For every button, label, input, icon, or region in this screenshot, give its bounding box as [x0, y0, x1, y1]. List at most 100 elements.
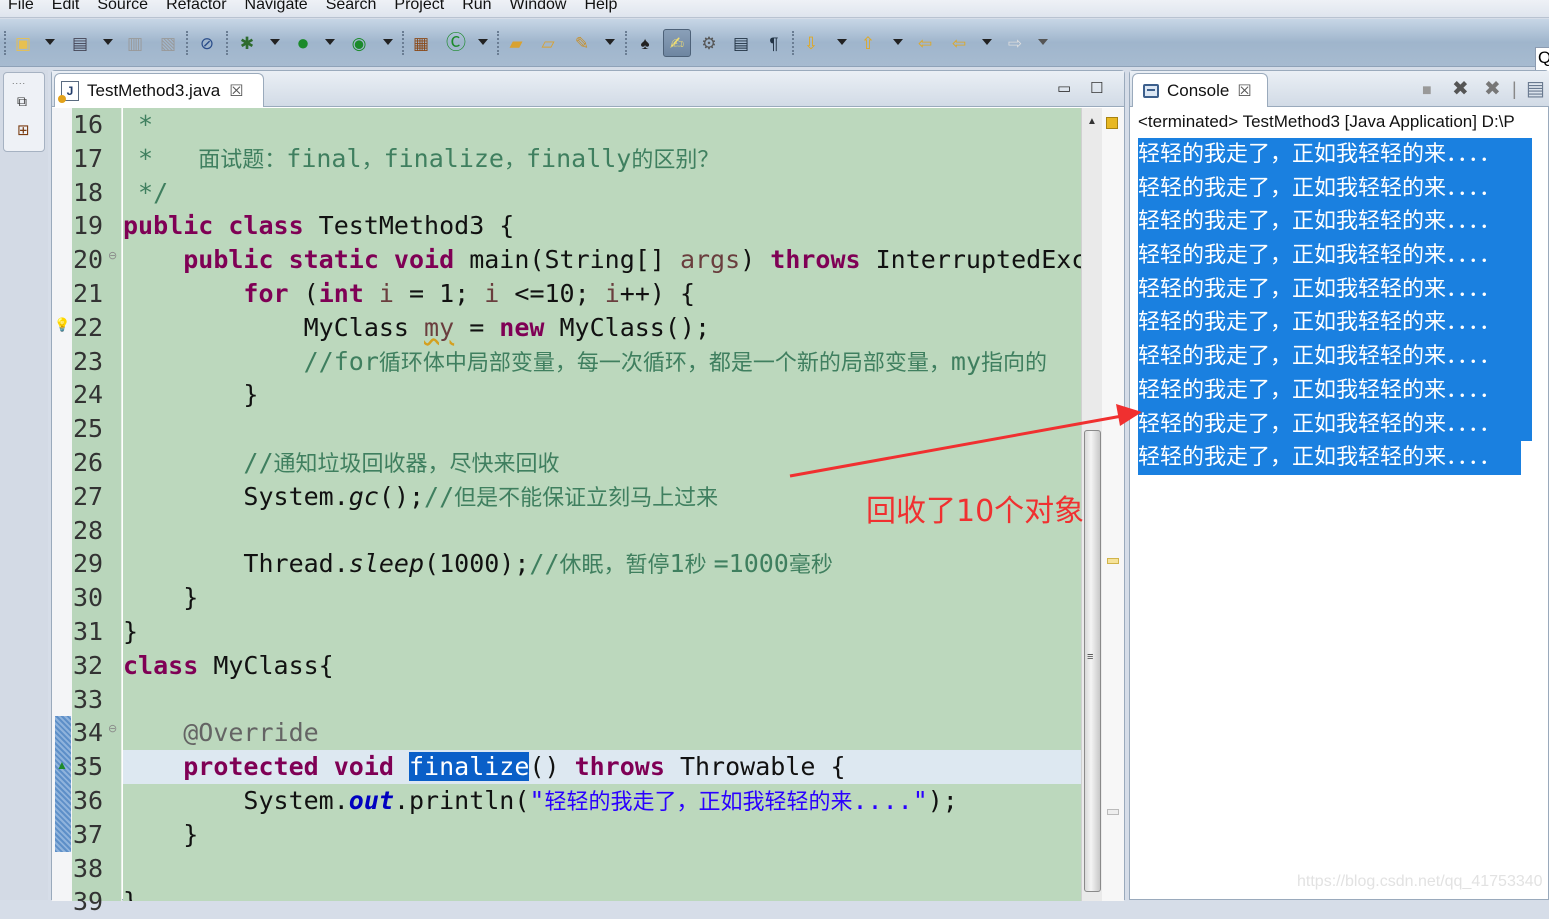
warning-summary-icon[interactable]	[1106, 117, 1118, 129]
forward-icon[interactable]: ⇨	[1004, 32, 1026, 54]
warning-marker[interactable]	[1107, 558, 1119, 564]
menu-run[interactable]: Run	[453, 0, 500, 13]
menu-help[interactable]: Help	[575, 0, 626, 13]
code-line[interactable]: }	[123, 615, 138, 649]
new-class-icon[interactable]: Ⓒ	[445, 32, 467, 54]
console-output-line[interactable]: 轻轻的我走了，正如我轻轻的来．．．．	[1138, 171, 1532, 206]
code-line[interactable]: System.out.println("轻轻的我走了，正如我轻轻的来....")…	[123, 784, 957, 818]
left-trim	[0, 70, 48, 900]
code-line[interactable]: }	[123, 818, 198, 852]
menu-window[interactable]: Window	[501, 0, 576, 13]
close-icon[interactable]: ☒	[1237, 81, 1251, 101]
console-output-line[interactable]: 轻轻的我走了，正如我轻轻的来．．．．	[1138, 407, 1532, 442]
menu-navigate[interactable]: Navigate	[236, 0, 317, 13]
code-line[interactable]: }	[123, 378, 258, 412]
editor-tab-testmethod3[interactable]: J TestMethod3.java ☒	[54, 73, 264, 107]
console-output-line[interactable]: 轻轻的我走了，正如我轻轻的来．．．．	[1138, 272, 1532, 307]
code-line[interactable]: protected void finalize() throws Throwab…	[123, 750, 846, 784]
run-dropdown[interactable]	[325, 39, 335, 45]
skip-breakpoints-icon[interactable]: ⊘	[196, 32, 218, 54]
new-type-dropdown[interactable]	[103, 39, 113, 45]
external-tools-icon[interactable]: ◉	[348, 32, 370, 54]
last-edit-icon[interactable]: ⇦	[914, 32, 936, 54]
prev-annotation-dropdown[interactable]	[893, 39, 903, 45]
highlight-icon[interactable]: ✍	[663, 29, 691, 57]
code-line[interactable]: *	[123, 108, 153, 142]
block-selection-icon[interactable]: ▤	[730, 32, 752, 54]
search-icon[interactable]: ✎	[571, 32, 593, 54]
console-output-line[interactable]: 轻轻的我走了，正如我轻轻的来．．．．	[1138, 373, 1532, 408]
new-icon[interactable]: ▣	[12, 32, 34, 54]
search-dropdown[interactable]	[605, 39, 615, 45]
code-line[interactable]: }	[123, 885, 138, 901]
menu-search[interactable]: Search	[317, 0, 386, 13]
menu-file[interactable]: File	[0, 0, 43, 13]
scrollbar-thumb[interactable]: ≡	[1084, 430, 1101, 892]
new-type-icon[interactable]: ▤	[69, 32, 91, 54]
occurrence-marker[interactable]	[1107, 809, 1119, 815]
maximize-icon[interactable]: ☐	[1090, 79, 1103, 97]
clear-console-icon[interactable]: ▤	[1526, 79, 1545, 99]
console-output-line[interactable]: 轻轻的我走了，正如我轻轻的来．．．．	[1138, 205, 1532, 240]
console-output-line[interactable]: 轻轻的我走了，正如我轻轻的来．．．．	[1138, 340, 1532, 374]
open-type-icon[interactable]: ▰	[505, 32, 527, 54]
next-annotation-dropdown[interactable]	[837, 39, 847, 45]
back-dropdown[interactable]	[982, 39, 992, 45]
new-dropdown[interactable]	[45, 39, 55, 45]
code-line[interactable]: for (int i = 1; i <=10; i++) {	[123, 277, 695, 311]
console-output[interactable]: 轻轻的我走了，正如我轻轻的来．．．． 轻轻的我走了，正如我轻轻的来．．．． 轻轻的我…	[1138, 138, 1532, 475]
override-indicator-icon[interactable]: ▲	[56, 758, 68, 772]
back-icon[interactable]: ⇦	[948, 32, 970, 54]
code-line[interactable]: * 面试题：final，finalize，finally的区别？	[123, 142, 719, 176]
fold-collapse-icon[interactable]: ⊖	[108, 722, 117, 735]
menu-refactor[interactable]: Refactor	[157, 0, 235, 13]
package-explorer-icon[interactable]: ⊞	[17, 121, 30, 139]
minimize-icon[interactable]: ▭	[1057, 79, 1071, 97]
run-icon[interactable]: ●	[292, 32, 314, 54]
new-class-dropdown[interactable]	[478, 39, 488, 45]
code-line[interactable]: //通知垃圾回收器，尽快来回收	[123, 446, 559, 480]
new-package-icon[interactable]: ▦	[410, 32, 432, 54]
remove-launch-icon[interactable]: ✖	[1452, 79, 1469, 99]
close-icon[interactable]: ☒	[229, 81, 243, 101]
console-output-line[interactable]: 轻轻的我走了，正如我轻轻的来．．．．	[1138, 441, 1521, 475]
restore-icon[interactable]: ⧉	[17, 93, 27, 110]
code-line[interactable]: //for循环体中局部变量，每一次循环，都是一个新的局部变量，my指向的	[123, 345, 1047, 379]
fold-collapse-icon[interactable]: ⊖	[108, 249, 117, 262]
code-line[interactable]: }	[123, 581, 198, 615]
code-line[interactable]: System.gc();//但是不能保证立刻马上过来	[123, 480, 718, 514]
prev-annotation-icon[interactable]: ⇧	[857, 32, 879, 54]
terminate-icon[interactable]: ■	[1422, 81, 1432, 101]
menu-source[interactable]: Source	[88, 0, 157, 13]
debug-dropdown[interactable]	[270, 39, 280, 45]
drag-handle-icon[interactable]: ....	[12, 76, 26, 86]
code-line[interactable]: public class TestMethod3 {	[123, 209, 514, 243]
code-line[interactable]: @Override	[123, 716, 318, 750]
next-annotation-icon[interactable]: ⇩	[800, 32, 822, 54]
remove-all-terminated-icon[interactable]: ✖	[1484, 79, 1501, 99]
scroll-up-icon[interactable]: ▲	[1087, 116, 1097, 127]
code-line[interactable]: public static void main(String[] args) t…	[123, 243, 1081, 277]
code-token: Thread.	[123, 549, 349, 579]
console-tab[interactable]: Console ☒	[1132, 73, 1268, 107]
console-output-line[interactable]: 轻轻的我走了，正如我轻轻的来．．．．	[1138, 239, 1532, 273]
show-whitespace-icon[interactable]: ¶	[763, 32, 785, 54]
code-line[interactable]: */	[123, 176, 168, 210]
open-resource-icon[interactable]: ▱	[537, 32, 559, 54]
external-tools-dropdown[interactable]	[383, 39, 393, 45]
toggle-mark-occurrences-icon[interactable]: ♠	[634, 32, 656, 54]
console-output-line[interactable]: 轻轻的我走了，正如我轻轻的来．．．．	[1138, 138, 1532, 172]
save-icon[interactable]: ▥	[124, 32, 146, 54]
code-line[interactable]: class MyClass{	[123, 649, 334, 683]
console-output-line[interactable]: 轻轻的我走了，正如我轻轻的来．．．．	[1138, 306, 1532, 341]
quickfix-warning-icon[interactable]: 💡	[54, 317, 70, 333]
menu-edit[interactable]: Edit	[43, 0, 89, 13]
debug-icon[interactable]: ✱	[236, 32, 258, 54]
code-line[interactable]: MyClass my = new MyClass();	[123, 311, 710, 345]
code-line[interactable]: Thread.sleep(1000);//休眠，暂停1秒 =1000毫秒	[123, 547, 832, 581]
breadcrumb-icon[interactable]: ⚙	[698, 32, 720, 54]
forward-dropdown[interactable]	[1038, 39, 1048, 45]
menu-project[interactable]: Project	[385, 0, 453, 13]
save-all-icon[interactable]: ▧	[157, 32, 179, 54]
